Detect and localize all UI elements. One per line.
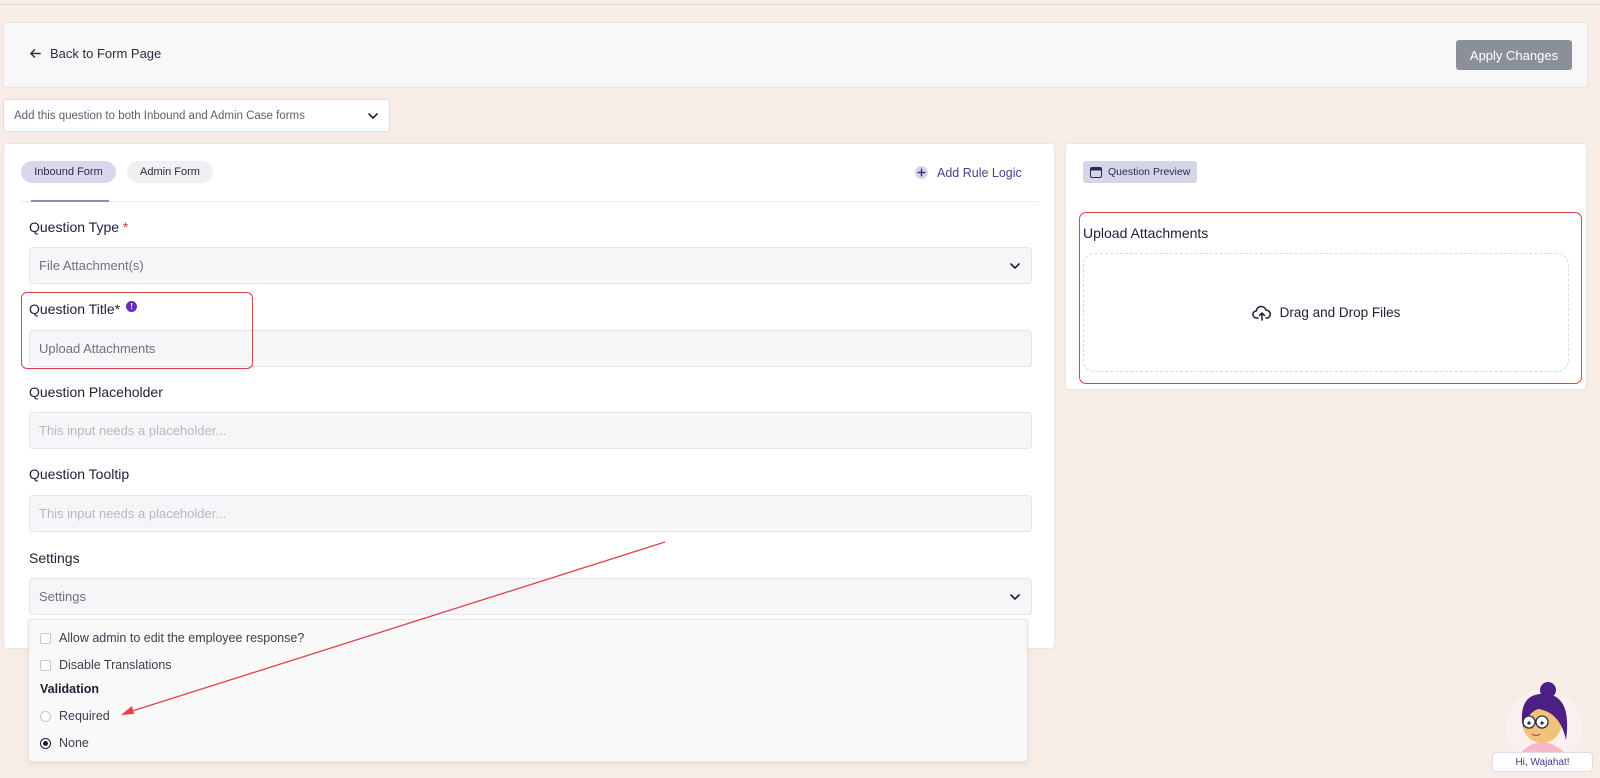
plus-circle-icon [914, 165, 929, 180]
chevron-down-icon [1010, 594, 1020, 600]
validation-required-option[interactable]: Required [40, 709, 110, 723]
title-highlight-box [21, 292, 253, 369]
back-link-label: Back to Form Page [50, 46, 162, 61]
question-placeholder-label: Question Placeholder [29, 384, 163, 400]
tab-divider [21, 201, 1039, 202]
form-scope-value: Add this question to both Inbound and Ad… [14, 109, 305, 122]
question-tooltip-input[interactable]: This input needs a placeholder... [29, 495, 1032, 532]
question-type-label: Question Type * [29, 219, 129, 235]
question-placeholder-input[interactable]: This input needs a placeholder... [29, 412, 1032, 449]
assistant-greeting[interactable]: Hi, Wajahat! [1492, 752, 1593, 772]
header-bar: Back to Form Page Apply Changes [3, 22, 1588, 88]
dropzone-label: Drag and Drop Files [1279, 305, 1401, 320]
form-scope-select[interactable]: Add this question to both Inbound and Ad… [3, 99, 390, 132]
active-tab-indicator [31, 200, 109, 202]
settings-value: Settings [39, 589, 86, 604]
add-rule-logic-button[interactable]: Add Rule Logic [914, 165, 1022, 180]
apply-changes-button[interactable]: Apply Changes [1456, 40, 1572, 70]
checkbox[interactable] [40, 632, 51, 644]
tab-inbound-form[interactable]: Inbound Form [21, 161, 116, 183]
question-placeholder-hint: This input needs a placeholder... [39, 423, 227, 438]
top-divider [0, 4, 1600, 5]
question-editor-panel: Inbound Form Admin Form Add Rule Logic Q… [3, 143, 1055, 649]
file-dropzone[interactable]: Drag and Drop Files [1083, 253, 1569, 372]
chevron-down-icon [1010, 263, 1020, 269]
add-rule-logic-label: Add Rule Logic [937, 165, 1022, 180]
question-type-value: File Attachment(s) [39, 258, 144, 273]
preview-question-title: Upload Attachments [1083, 225, 1209, 241]
settings-label: Settings [29, 550, 80, 566]
back-to-form-link[interactable]: Back to Form Page [29, 46, 161, 61]
radio-button[interactable] [40, 710, 51, 722]
question-tooltip-label: Question Tooltip [29, 466, 130, 482]
question-preview-badge: Question Preview [1083, 161, 1198, 183]
question-type-select[interactable]: File Attachment(s) [29, 247, 1032, 284]
option-disable-translations[interactable]: Disable Translations [40, 658, 172, 672]
arrow-left-icon [30, 49, 41, 58]
tab-admin-form[interactable]: Admin Form [127, 161, 213, 183]
cloud-upload-icon [1251, 305, 1271, 321]
validation-heading: Validation [40, 682, 100, 696]
settings-dropdown-menu: Allow admin to edit the employee respons… [28, 619, 1028, 762]
settings-select[interactable]: Settings [29, 578, 1032, 615]
question-preview-panel: Question Preview Upload Attachments Drag… [1065, 143, 1587, 390]
radio-button-selected[interactable] [40, 737, 51, 749]
checkbox[interactable] [40, 659, 51, 671]
question-tooltip-hint: This input needs a placeholder... [39, 506, 227, 521]
validation-none-option[interactable]: None [40, 736, 89, 750]
option-allow-admin-edit[interactable]: Allow admin to edit the employee respons… [40, 631, 304, 645]
chevron-down-icon [368, 113, 378, 119]
window-icon [1090, 166, 1102, 178]
